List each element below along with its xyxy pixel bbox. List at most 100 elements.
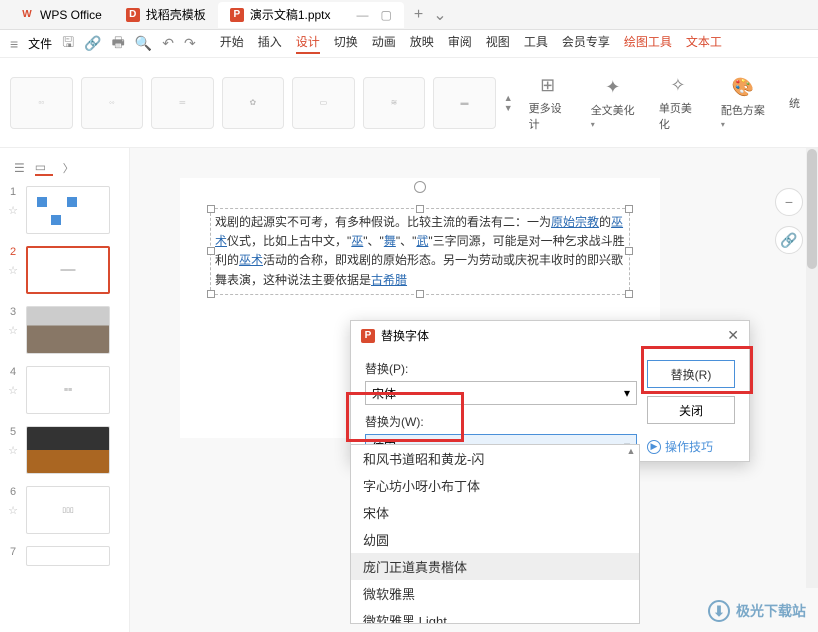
menu-text-tools[interactable]: 文本工	[686, 33, 722, 54]
star-icon[interactable]: ☆	[8, 324, 18, 337]
slide-thumb-5[interactable]	[26, 426, 110, 474]
template-scroll[interactable]: ▲▼	[504, 93, 513, 113]
font-option[interactable]: 微软雅黑 Light	[351, 607, 639, 624]
slide-thumb-6[interactable]: ▯▯▯	[26, 486, 110, 534]
link-tool-button[interactable]: 🔗	[775, 226, 803, 254]
link-wu2[interactable]: 舞	[384, 234, 396, 248]
template-thumb-1[interactable]: ▫▫	[10, 77, 73, 129]
replace-select[interactable]: 宋体 ▾	[365, 381, 637, 405]
menu-member[interactable]: 会员专享	[562, 33, 610, 54]
font-option[interactable]: 字心坊小呀小布丁体	[351, 472, 639, 499]
unify-button[interactable]: 统	[781, 89, 808, 117]
resize-handle[interactable]	[207, 290, 215, 298]
slide-item-6[interactable]: 6☆ ▯▯▯	[6, 486, 123, 534]
slide-item-3[interactable]: 3☆	[6, 306, 123, 354]
template-thumb-4[interactable]: ✿	[222, 77, 285, 129]
rotate-handle[interactable]	[414, 181, 426, 193]
star-icon[interactable]: ☆	[8, 504, 18, 517]
template-thumb-2[interactable]: ◦◦	[81, 77, 144, 129]
star-icon[interactable]: ☆	[8, 264, 18, 277]
slide-item-2[interactable]: 2☆ ═══	[6, 246, 123, 294]
menu-slideshow[interactable]: 放映	[410, 33, 434, 54]
text-content[interactable]: 戏剧的起源实不可考，有多种假说。比较主流的看法有二：一为原始宗教的巫术仪式，比如…	[215, 213, 625, 290]
app-tab-document[interactable]: P 演示文稿1.pptx — ▢	[218, 2, 404, 28]
resize-handle[interactable]	[207, 205, 215, 213]
tips-label: 操作技巧	[665, 438, 713, 455]
link-wu[interactable]: 巫	[351, 234, 363, 248]
link-icon[interactable]: 🔗	[84, 35, 101, 52]
resize-handle[interactable]	[207, 247, 215, 255]
thumbnail-icon[interactable]: ▭	[35, 160, 53, 176]
slide-item-1[interactable]: 1☆	[6, 186, 123, 234]
template-thumb-7[interactable]: ▬	[433, 77, 496, 129]
resize-handle[interactable]	[416, 205, 424, 213]
font-option[interactable]: 宋体	[351, 499, 639, 526]
resize-handle[interactable]	[416, 290, 424, 298]
print-icon[interactable]: 🖶	[112, 32, 125, 56]
slide-thumb-4[interactable]: ≡≡	[26, 366, 110, 414]
menu-start[interactable]: 开始	[220, 33, 244, 54]
file-menu-button[interactable]: 文件	[28, 35, 52, 52]
menu-review[interactable]: 审阅	[448, 33, 472, 54]
slide-thumb-1[interactable]	[26, 186, 110, 234]
link-wu3[interactable]: 武	[416, 234, 428, 248]
redo-icon[interactable]: ↷	[184, 35, 196, 52]
font-option[interactable]: 幼圆	[351, 526, 639, 553]
menu-draw-tools[interactable]: 绘图工具	[624, 33, 672, 54]
resize-handle[interactable]	[625, 290, 633, 298]
slide-thumb-3[interactable]	[26, 306, 110, 354]
slide-item-4[interactable]: 4☆ ≡≡	[6, 366, 123, 414]
slide-thumb-2[interactable]: ═══	[26, 246, 110, 294]
more-design-button[interactable]: ⊞ 更多设计	[521, 68, 575, 138]
full-beautify-button[interactable]: ✦ 全文美化 ▾	[583, 70, 643, 136]
add-tab-button[interactable]: +	[414, 6, 423, 24]
save-icon[interactable]: 🖫	[62, 32, 74, 56]
link-witchcraft2[interactable]: 巫术	[239, 253, 263, 267]
win-min-icon[interactable]: —	[357, 8, 369, 22]
hamburger-icon[interactable]: ≡	[10, 36, 18, 52]
font-dropdown-list[interactable]: ▲ 和风书道昭和黄龙-闪 字心坊小呀小布丁体 宋体 幼圆 庞门正道真贵楷体 微软…	[350, 444, 640, 624]
link-religion[interactable]: 原始宗教	[551, 215, 599, 229]
list-scroll-up-icon[interactable]: ▲	[623, 447, 639, 455]
win-restore-icon[interactable]: ▢	[381, 8, 392, 22]
tabs-more-icon[interactable]: ⌄	[433, 5, 446, 25]
app-tab-wps[interactable]: W WPS Office	[8, 2, 114, 28]
font-option[interactable]: 微软雅黑	[351, 580, 639, 607]
menu-design[interactable]: 设计	[296, 33, 320, 54]
replace-button[interactable]: 替换(R)	[647, 360, 735, 388]
slide-item-7[interactable]: 7	[6, 546, 123, 566]
tips-link[interactable]: ▶ 操作技巧	[647, 432, 735, 461]
outline-icon[interactable]: ☰	[14, 161, 25, 175]
slide-item-5[interactable]: 5☆	[6, 426, 123, 474]
resize-handle[interactable]	[625, 247, 633, 255]
single-beautify-button[interactable]: ✧ 单页美化	[651, 68, 705, 138]
chevron-right-icon[interactable]: 〉	[63, 160, 74, 176]
vertical-scrollbar[interactable]	[806, 148, 818, 588]
scrollbar-thumb[interactable]	[807, 149, 817, 269]
undo-icon[interactable]: ↶	[162, 35, 174, 52]
app-tab-template[interactable]: D 找稻壳模板	[114, 2, 218, 28]
font-option-hover[interactable]: 庞门正道真贵楷体	[351, 553, 639, 580]
color-scheme-button[interactable]: 🎨 配色方案 ▾	[713, 70, 773, 136]
font-option[interactable]: 和风书道昭和黄龙-闪	[351, 445, 639, 472]
link-greece[interactable]: 古希腊	[371, 273, 407, 287]
menu-tools[interactable]: 工具	[524, 33, 548, 54]
star-icon[interactable]: ☆	[8, 384, 18, 397]
template-thumb-3[interactable]: ═	[151, 77, 214, 129]
menu-view[interactable]: 视图	[486, 33, 510, 54]
template-thumb-5[interactable]: ▭	[292, 77, 355, 129]
dialog-titlebar[interactable]: P 替换字体 ✕	[351, 321, 749, 350]
template-thumb-6[interactable]: ≋	[363, 77, 426, 129]
star-icon[interactable]: ☆	[8, 204, 18, 217]
zoom-out-button[interactable]: −	[775, 188, 803, 216]
menu-animation[interactable]: 动画	[372, 33, 396, 54]
close-icon[interactable]: ✕	[727, 327, 739, 344]
menu-transition[interactable]: 切换	[334, 33, 358, 54]
slide-thumb-7[interactable]	[26, 546, 110, 566]
close-button[interactable]: 关闭	[647, 396, 735, 424]
text-frame[interactable]: 戏剧的起源实不可考，有多种假说。比较主流的看法有二：一为原始宗教的巫术仪式，比如…	[210, 208, 630, 295]
preview-icon[interactable]: 🔍	[135, 35, 152, 52]
star-icon[interactable]: ☆	[8, 444, 18, 457]
resize-handle[interactable]	[625, 205, 633, 213]
menu-insert[interactable]: 插入	[258, 33, 282, 54]
